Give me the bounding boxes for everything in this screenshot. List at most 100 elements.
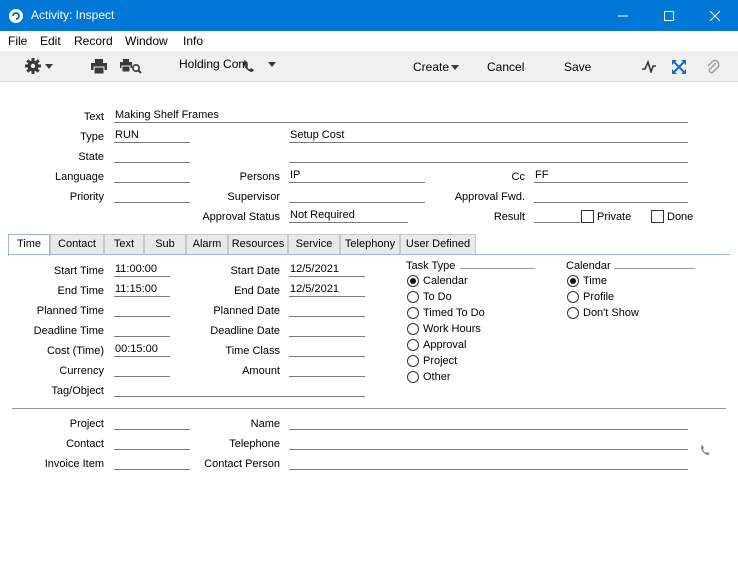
phone-button[interactable] xyxy=(243,59,255,76)
telephone-field[interactable] xyxy=(289,436,688,450)
cc-field[interactable]: FF xyxy=(534,169,688,183)
supervisor-field[interactable] xyxy=(289,189,425,203)
calendar-heading: Calendar xyxy=(566,260,611,272)
task-type-radio-project[interactable] xyxy=(407,355,419,367)
holding-company-label[interactable]: Holding Com xyxy=(179,57,248,71)
attach-button[interactable] xyxy=(706,59,720,78)
calendar-radio-don-t-show[interactable] xyxy=(567,307,579,319)
currency-field[interactable] xyxy=(114,363,170,377)
toolbar: Holding Com Create Cancel Save xyxy=(0,51,738,82)
text-field[interactable]: Making Shelf Frames xyxy=(114,109,688,123)
calendar-radio-time[interactable] xyxy=(567,275,579,287)
done-checkbox[interactable] xyxy=(651,210,664,223)
app-icon xyxy=(9,9,23,23)
end-time-field[interactable]: 11:15:00 xyxy=(114,283,170,297)
cost-time-field[interactable]: 00:15:00 xyxy=(114,343,170,357)
menu-file[interactable]: File xyxy=(8,34,27,48)
close-button[interactable] xyxy=(692,0,738,31)
name-field[interactable] xyxy=(289,416,688,430)
deadline-time-field[interactable] xyxy=(114,323,170,337)
tab-text[interactable]: Text xyxy=(104,234,144,255)
type-description-field[interactable]: Setup Cost xyxy=(289,129,688,143)
priority-label: Priority xyxy=(69,191,104,203)
maximize-button[interactable] xyxy=(646,0,692,31)
amount-label: Amount xyxy=(242,365,280,377)
time-class-field[interactable] xyxy=(289,343,365,357)
planned-time-field[interactable] xyxy=(114,303,170,317)
approval-fwd-label: Approval Fwd. xyxy=(454,191,525,203)
tag-object-field[interactable] xyxy=(114,383,365,397)
contact-field[interactable] xyxy=(114,436,190,450)
state-field[interactable] xyxy=(114,149,190,163)
private-checkbox[interactable] xyxy=(581,210,594,223)
text-label: Text xyxy=(83,111,104,123)
language-field[interactable] xyxy=(114,169,190,183)
menu-bar: File Edit Record Window Info xyxy=(0,31,738,51)
minimize-button[interactable] xyxy=(600,0,646,31)
save-button[interactable]: Save xyxy=(564,60,591,74)
deadline-date-field[interactable] xyxy=(289,323,365,337)
menu-edit[interactable]: Edit xyxy=(40,34,61,48)
tab-service[interactable]: Service xyxy=(288,234,340,255)
start-time-field[interactable]: 11:00:00 xyxy=(114,263,170,277)
tab-user-defined[interactable]: User Defined xyxy=(400,234,476,255)
tab-sub[interactable]: Sub xyxy=(144,234,186,255)
calendar-radio-profile[interactable] xyxy=(567,291,579,303)
persons-field[interactable]: IP xyxy=(289,169,425,183)
telephone-label: Telephone xyxy=(229,438,280,450)
create-button[interactable]: Create xyxy=(413,60,449,74)
result-field[interactable] xyxy=(534,209,580,223)
menu-record[interactable]: Record xyxy=(74,34,113,48)
contact-person-field[interactable] xyxy=(289,456,688,470)
task-type-radio-timed-to-do[interactable] xyxy=(407,307,419,319)
expand-button[interactable] xyxy=(672,60,686,77)
activity-graph-button[interactable] xyxy=(642,59,656,76)
task-type-radio-approval[interactable] xyxy=(407,339,419,351)
invoice-item-field[interactable] xyxy=(114,456,190,470)
task-type-heading: Task Type xyxy=(406,260,456,272)
language-label: Language xyxy=(55,171,104,183)
dial-telephone-button[interactable] xyxy=(700,444,711,459)
cost-time-label: Cost (Time) xyxy=(46,345,104,357)
settings-menu-button[interactable] xyxy=(24,57,56,75)
task-type-radio-calendar[interactable] xyxy=(407,275,419,287)
invoice-item-label: Invoice Item xyxy=(44,458,104,470)
amount-field[interactable] xyxy=(289,363,365,377)
print-preview-button[interactable] xyxy=(120,59,142,77)
task-type-radio-other[interactable] xyxy=(407,371,419,383)
print-button[interactable] xyxy=(91,59,107,77)
phone-icon xyxy=(700,444,710,456)
currency-label: Currency xyxy=(59,365,104,377)
task-type-option-label: Work Hours xyxy=(423,323,481,335)
contact-label: Contact xyxy=(66,438,104,450)
task-type-radio-work-hours[interactable] xyxy=(407,323,419,335)
approval-fwd-field[interactable] xyxy=(534,189,688,203)
end-date-field[interactable]: 12/5/2021 xyxy=(289,283,365,297)
state-description-field[interactable] xyxy=(289,149,688,163)
cancel-button[interactable]: Cancel xyxy=(487,60,524,74)
project-field[interactable] xyxy=(114,416,190,430)
menu-window[interactable]: Window xyxy=(125,34,168,48)
menu-info[interactable]: Info xyxy=(183,34,203,48)
task-type-option-label: Approval xyxy=(423,339,467,351)
phone-dropdown-icon[interactable] xyxy=(268,62,276,67)
time-class-label: Time Class xyxy=(225,345,280,357)
calendar-option-label: Don't Show xyxy=(583,307,639,319)
approval-status-field[interactable]: Not Required xyxy=(289,209,408,223)
expand-icon xyxy=(672,60,686,74)
planned-date-label: Planned Date xyxy=(213,305,280,317)
task-type-radio-to-do[interactable] xyxy=(407,291,419,303)
tab-telephony[interactable]: Telephony xyxy=(340,234,400,255)
tab-alarm[interactable]: Alarm xyxy=(186,234,228,255)
start-date-field[interactable]: 12/5/2021 xyxy=(289,263,365,277)
create-dropdown-icon[interactable] xyxy=(451,65,459,70)
name-label: Name xyxy=(250,418,280,430)
planned-date-field[interactable] xyxy=(289,303,365,317)
contact-person-label: Contact Person xyxy=(204,458,280,470)
tab-time[interactable]: Time xyxy=(8,234,50,256)
type-field[interactable]: RUN xyxy=(114,129,190,143)
private-label: Private xyxy=(597,211,632,223)
tab-contact[interactable]: Contact xyxy=(50,234,104,255)
tab-resources[interactable]: Resources xyxy=(228,234,288,255)
priority-field[interactable] xyxy=(114,189,190,203)
